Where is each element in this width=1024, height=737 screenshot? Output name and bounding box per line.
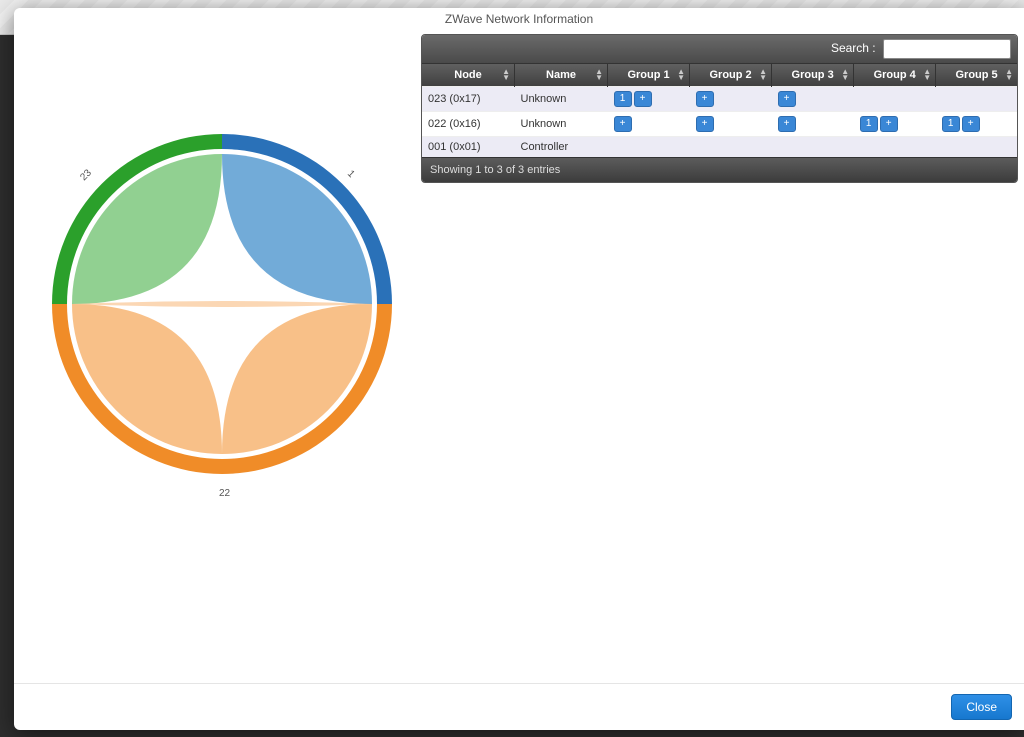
cell-name: Controller (515, 137, 608, 158)
group-add-button[interactable]: + (634, 91, 652, 107)
chord-label-1: 1 (345, 168, 357, 180)
search-label: Search : (831, 41, 876, 55)
data-table-wrapper: Search : Node▲▼Name▲▼Group 1▲▼Group 2▲▼G… (421, 34, 1018, 183)
group-badge[interactable]: 1 (860, 116, 878, 132)
network-chord-pane: 1 22 23 (14, 34, 419, 683)
table-header-row: Node▲▼Name▲▼Group 1▲▼Group 2▲▼Group 3▲▼G… (422, 64, 1017, 87)
cell-group-2: + (690, 87, 772, 112)
cell-node: 001 (0x01) (422, 137, 515, 158)
cell-group-4 (854, 87, 936, 112)
cell-name: Unknown (515, 112, 608, 137)
group-badge[interactable]: 1 (942, 116, 960, 132)
chord-label-23: 23 (78, 167, 94, 183)
network-table-pane: Search : Node▲▼Name▲▼Group 1▲▼Group 2▲▼G… (419, 34, 1024, 683)
cell-group-2: + (690, 112, 772, 137)
chord-ribbon-thin (72, 301, 372, 307)
column-group-5[interactable]: Group 5▲▼ (936, 64, 1017, 87)
column-group-3[interactable]: Group 3▲▼ (772, 64, 854, 87)
nodes-table: Node▲▼Name▲▼Group 1▲▼Group 2▲▼Group 3▲▼G… (422, 64, 1017, 157)
group-add-button[interactable]: + (696, 91, 714, 107)
close-button[interactable]: Close (951, 694, 1012, 720)
table-row: 023 (0x17)Unknown1+++ (422, 87, 1017, 112)
column-group-2[interactable]: Group 2▲▼ (690, 64, 772, 87)
chord-label-22: 22 (219, 488, 231, 499)
cell-group-4: 1+ (854, 112, 936, 137)
group-add-button[interactable]: + (614, 116, 632, 132)
cell-group-2 (690, 137, 772, 158)
cell-name: Unknown (515, 87, 608, 112)
group-add-button[interactable]: + (962, 116, 980, 132)
group-add-button[interactable]: + (880, 116, 898, 132)
modal-body: 1 22 23 Search : Node▲▼Name▲▼Group 1▲▼Gr… (14, 34, 1024, 683)
cell-node: 022 (0x16) (422, 112, 515, 137)
cell-group-1: + (608, 112, 690, 137)
group-add-button[interactable]: + (696, 116, 714, 132)
modal-footer: Close (14, 683, 1024, 730)
table-footer: Showing 1 to 3 of 3 entries (422, 157, 1017, 182)
column-node[interactable]: Node▲▼ (422, 64, 515, 87)
chord-ribbon-23 (72, 154, 222, 304)
column-group-4[interactable]: Group 4▲▼ (854, 64, 936, 87)
cell-group-3 (772, 137, 854, 158)
chord-ribbon-22a (222, 304, 372, 454)
cell-group-5: 1+ (936, 112, 1017, 137)
search-input[interactable] (883, 39, 1011, 59)
table-body: 023 (0x17)Unknown1+++022 (0x16)Unknown++… (422, 87, 1017, 158)
cell-group-5 (936, 87, 1017, 112)
modal-backdrop: ZWave Network Information (0, 0, 1024, 737)
cell-group-5 (936, 137, 1017, 158)
column-group-1[interactable]: Group 1▲▼ (608, 64, 690, 87)
cell-group-3: + (772, 112, 854, 137)
table-row: 001 (0x01)Controller (422, 137, 1017, 158)
chord-diagram: 1 22 23 (42, 124, 402, 504)
group-add-button[interactable]: + (778, 116, 796, 132)
cell-group-1: 1+ (608, 87, 690, 112)
table-row: 022 (0x16)Unknown+++1+1+ (422, 112, 1017, 137)
cell-group-3: + (772, 87, 854, 112)
modal-title: ZWave Network Information (14, 8, 1024, 34)
search-bar: Search : (422, 35, 1017, 64)
chord-ribbon-22b (72, 304, 222, 454)
cell-node: 023 (0x17) (422, 87, 515, 112)
cell-group-4 (854, 137, 936, 158)
zwave-network-modal: ZWave Network Information (14, 8, 1024, 730)
column-name[interactable]: Name▲▼ (515, 64, 608, 87)
group-add-button[interactable]: + (778, 91, 796, 107)
group-badge[interactable]: 1 (614, 91, 632, 107)
cell-group-1 (608, 137, 690, 158)
